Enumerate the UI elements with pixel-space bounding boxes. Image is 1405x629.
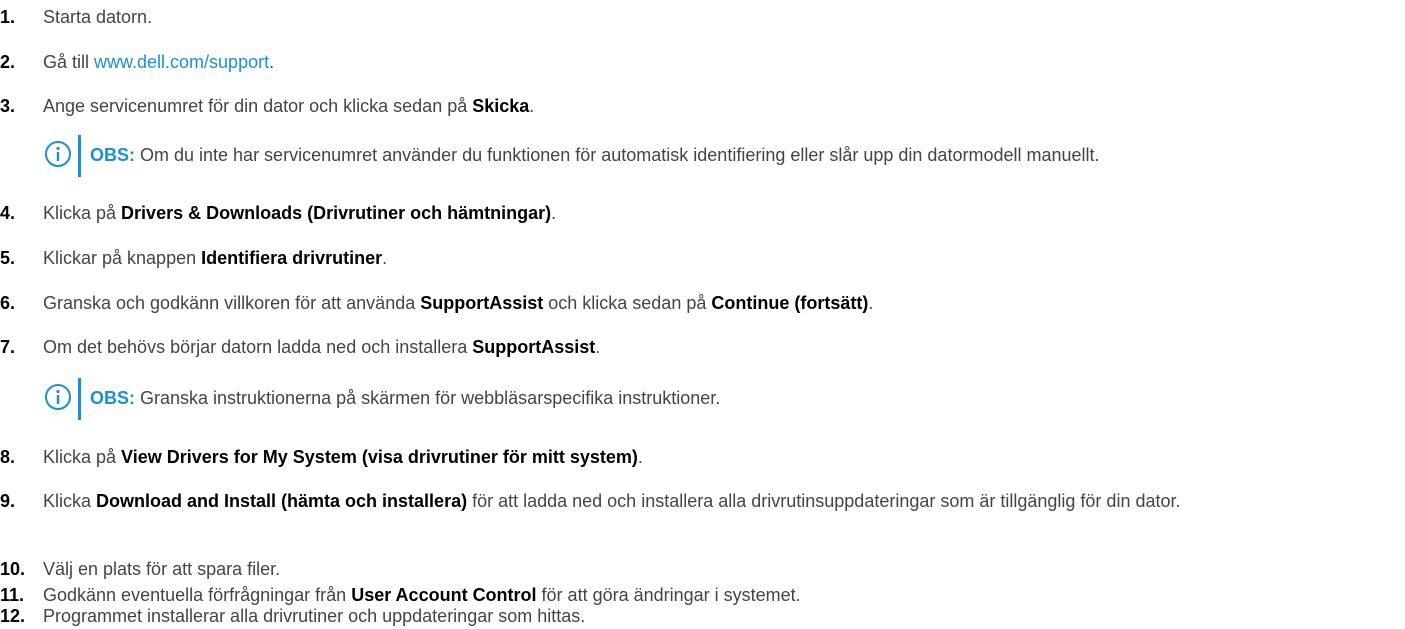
- ui-term: Download and Install (hämta och installe…: [96, 491, 468, 511]
- ui-term: View Drivers for My System (visa drivrut…: [121, 447, 638, 467]
- step-number: 9.: [0, 491, 16, 511]
- step-number: 8.: [0, 447, 16, 467]
- ui-term: User Account Control: [351, 585, 537, 605]
- step-text: Klicka på Drivers & Downloads (Drivrutin…: [43, 203, 557, 223]
- note-box: OBS: Om du inte har servicenumret använd…: [44, 135, 1384, 178]
- ui-term: SupportAssist: [420, 293, 544, 313]
- step-text: Klickar på knappen Identifiera drivrutin…: [43, 248, 388, 268]
- ui-term: Drivers & Downloads (Drivrutiner och häm…: [121, 203, 552, 223]
- step-number: 1.: [0, 7, 16, 27]
- step-text: Starta datorn.: [43, 7, 153, 27]
- note-text: OBS: Om du inte har servicenumret använd…: [90, 145, 1100, 165]
- step-text: Gå till www.dell.com/support.: [43, 52, 275, 72]
- note-box: OBS: Granska instruktionerna på skärmen …: [44, 378, 1384, 421]
- step-number: 7.: [0, 337, 16, 357]
- step-number: 2.: [0, 52, 16, 72]
- info-icon: [45, 384, 71, 410]
- info-icon: [45, 141, 71, 167]
- ui-term: Continue (fortsätt): [711, 293, 869, 313]
- ui-term: Identifiera drivrutiner: [201, 248, 383, 268]
- note-label: OBS:: [90, 145, 135, 165]
- step-text: Om det behövs börjar datorn ladda ned oc…: [43, 337, 601, 357]
- dell-support-link[interactable]: www.dell.com/support: [94, 52, 269, 72]
- note-divider: [78, 378, 81, 420]
- step-number: 6.: [0, 293, 16, 313]
- step-number: 5.: [0, 248, 16, 268]
- ui-term: SupportAssist: [472, 337, 596, 357]
- step-number: 12.: [0, 606, 26, 626]
- step-number: 4.: [0, 203, 16, 223]
- step-text: Granska och godkänn villkoren för att an…: [43, 293, 874, 313]
- ui-term: Skicka: [472, 96, 530, 116]
- step-text: Välj en plats för att spara filer.: [43, 559, 281, 579]
- step-text: Klicka Download and Install (hämta och i…: [43, 491, 1181, 511]
- step-number: 3.: [0, 96, 16, 116]
- note-label: OBS:: [90, 388, 135, 408]
- note-divider: [78, 135, 81, 177]
- step-text: Programmet installerar alla drivrutiner …: [43, 606, 586, 626]
- step-text: Klicka på View Drivers for My System (vi…: [43, 447, 643, 467]
- step-number: 10.: [0, 559, 26, 579]
- note-text: OBS: Granska instruktionerna på skärmen …: [90, 388, 721, 408]
- step-text: Ange servicenumret för din dator och kli…: [43, 96, 535, 116]
